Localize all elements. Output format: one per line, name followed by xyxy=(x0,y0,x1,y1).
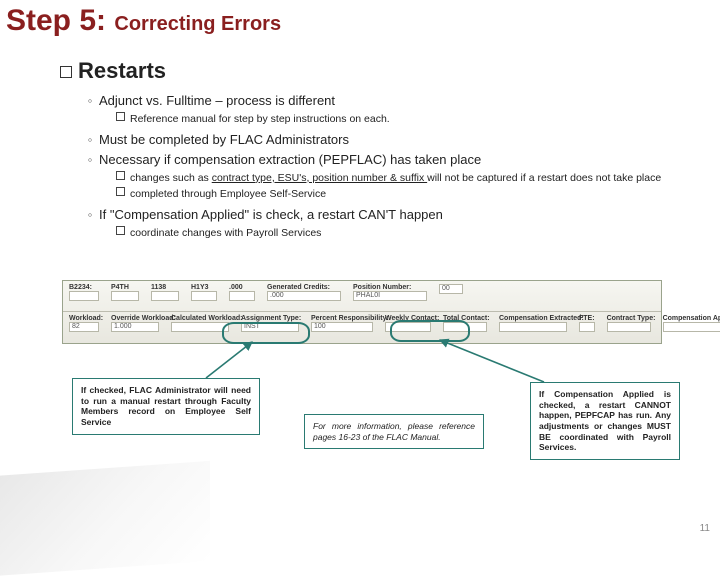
form-field xyxy=(607,322,651,332)
bullet-4: ◦If "Compensation Applied" is check, a r… xyxy=(84,206,684,240)
form-label: Assignment Type: xyxy=(241,315,299,322)
bullet-2-text: Must be completed by FLAC Administrators xyxy=(99,132,349,147)
bullet-1a-text: Reference manual for step by step instru… xyxy=(130,113,390,125)
bullet-4a-text: coordinate changes with Payroll Services xyxy=(130,227,321,239)
form-field xyxy=(171,322,229,332)
form-cell: FTE: xyxy=(573,312,601,342)
form-cell: H1Y3 xyxy=(185,281,223,311)
bullet-3b: completed through Employee Self-Service xyxy=(116,187,684,201)
callout-left: If checked, FLAC Administrator will need… xyxy=(72,378,260,435)
form-label: FTE: xyxy=(579,315,595,322)
form-field: 1.000 xyxy=(111,322,159,332)
bullet-3: ◦Necessary if compensation extraction (P… xyxy=(84,151,684,201)
slide-number: 11 xyxy=(700,523,710,534)
heading-restarts-text: Restarts xyxy=(78,58,166,83)
form-cell: Override Workload:1.000 xyxy=(105,312,165,342)
form-label: Override Workload: xyxy=(111,315,159,322)
title-main: Step 5: xyxy=(6,4,106,37)
form-label: Compensation Applied: xyxy=(663,315,720,322)
form-field: 00 xyxy=(439,284,463,294)
form-field xyxy=(499,322,567,332)
bullet-list: ◦Adjunct vs. Fulltime – process is diffe… xyxy=(84,92,684,245)
form-label: 1138 xyxy=(151,284,179,291)
decorative-wedge xyxy=(0,461,210,579)
callout-right: If Compensation Applied is checked, a re… xyxy=(530,382,680,460)
bullet-3a-pre: changes such as xyxy=(130,172,212,184)
checkbox-icon xyxy=(116,171,125,180)
form-field xyxy=(69,291,99,301)
form-field: 100 xyxy=(311,322,373,332)
form-label: Position Number: xyxy=(353,284,427,291)
form-cell: Compensation Applied: xyxy=(657,312,720,342)
form-cell: Assignment Type:INST xyxy=(235,312,305,342)
title-sub: Correcting Errors xyxy=(114,13,281,35)
form-cell: Generated Credits:.000 xyxy=(261,281,347,311)
form-field: 82 xyxy=(69,322,99,332)
form-cell: Contract Type: xyxy=(601,312,657,342)
form-cell: 00 xyxy=(433,281,469,311)
form-cell: Position Number:PHAL0I xyxy=(347,281,433,311)
form-cell: .000 xyxy=(223,281,261,311)
form-field xyxy=(151,291,179,301)
form-cell: 1138 xyxy=(145,281,185,311)
form-label: Compensation Extracted: xyxy=(499,315,567,322)
form-field: PHAL0I xyxy=(353,291,427,301)
form-cell: Compensation Extracted: xyxy=(493,312,573,342)
callout-left-text: If checked, FLAC Administrator will need… xyxy=(81,385,251,427)
form-cell: Total Contact: xyxy=(437,312,493,342)
checkbox-icon xyxy=(60,66,72,78)
form-field xyxy=(191,291,217,301)
checkbox-icon xyxy=(116,226,125,235)
callout-right-text: If Compensation Applied is checked, a re… xyxy=(539,389,671,452)
form-cell: Percent Responsibility:100 xyxy=(305,312,379,342)
bullet-4a: coordinate changes with Payroll Services xyxy=(116,226,684,240)
callout-middle-text: For more information, please reference p… xyxy=(313,421,475,442)
form-screenshot: B2234:P4TH1138H1Y3.000Generated Credits:… xyxy=(62,280,662,344)
form-label: H1Y3 xyxy=(191,284,217,291)
heading-restarts: Restarts xyxy=(60,58,166,84)
checkbox-icon xyxy=(116,187,125,196)
form-label: .000 xyxy=(229,284,255,291)
checkbox-icon xyxy=(116,112,125,121)
form-label: Calculated Workload: xyxy=(171,315,229,322)
form-field xyxy=(663,322,720,332)
bullet-4-text: If "Compensation Applied" is check, a re… xyxy=(99,207,443,222)
callout-middle: For more information, please reference p… xyxy=(304,414,484,449)
bullet-3-text: Necessary if compensation extraction (PE… xyxy=(99,152,481,167)
form-label: B2234: xyxy=(69,284,99,291)
bullet-1a: Reference manual for step by step instru… xyxy=(116,112,684,126)
bullet-2: ◦Must be completed by FLAC Administrator… xyxy=(84,131,684,149)
bullet-3a: changes such as contract type, ESU's, po… xyxy=(116,171,684,185)
form-label: Percent Responsibility: xyxy=(311,315,373,322)
form-label: Generated Credits: xyxy=(267,284,341,291)
bullet-1-text: Adjunct vs. Fulltime – process is differ… xyxy=(99,93,335,108)
form-cell: B2234: xyxy=(63,281,105,311)
bullet-3b-text: completed through Employee Self-Service xyxy=(130,188,326,200)
form-cell: Workload:82 xyxy=(63,312,105,342)
bullet-3a-underline: contract type, ESU's, position number & … xyxy=(212,172,427,184)
form-cell: P4TH xyxy=(105,281,145,311)
form-field: INST xyxy=(241,322,299,332)
form-field: .000 xyxy=(267,291,341,301)
form-label: Workload: xyxy=(69,315,99,322)
slide: Step 5: Correcting Errors Restarts ◦Adju… xyxy=(0,0,720,540)
form-field xyxy=(443,322,487,332)
form-field xyxy=(579,322,595,332)
form-label: P4TH xyxy=(111,284,139,291)
form-label: Weekly Contact: xyxy=(385,315,431,322)
form-cell: Calculated Workload: xyxy=(165,312,235,342)
form-field xyxy=(229,291,255,301)
form-cell: Weekly Contact: xyxy=(379,312,437,342)
form-label: Total Contact: xyxy=(443,315,487,322)
slide-title: Step 5: Correcting Errors xyxy=(6,4,281,38)
bullet-1: ◦Adjunct vs. Fulltime – process is diffe… xyxy=(84,92,684,126)
bullet-3a-post: will not be captured if a restart does n… xyxy=(427,172,661,184)
form-field xyxy=(385,322,431,332)
form-label: Contract Type: xyxy=(607,315,651,322)
form-field xyxy=(111,291,139,301)
